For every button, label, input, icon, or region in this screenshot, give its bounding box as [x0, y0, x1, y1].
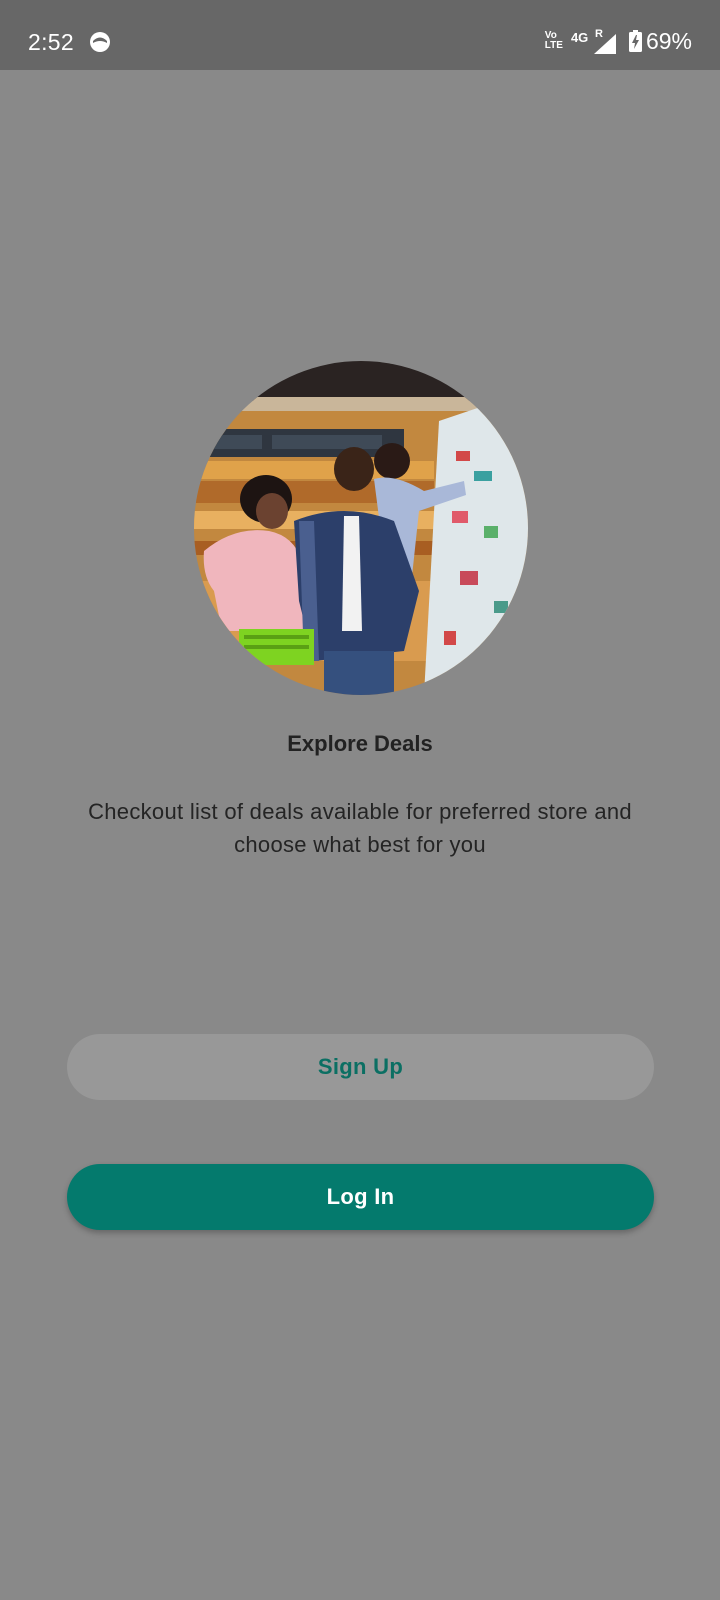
log-in-label: Log In [326, 1184, 395, 1209]
status-time: 2:52 [28, 29, 74, 55]
network-indicator: 4G R [571, 28, 617, 54]
page-title: Explore Deals [287, 731, 433, 756]
status-right: Vo LTE 4G R 69% [545, 26, 692, 56]
sign-up-label: Sign Up [317, 1054, 404, 1079]
volte-indicator: Vo LTE [545, 31, 563, 51]
sign-up-button[interactable]: Sign Up [67, 1034, 654, 1100]
status-bar: 2:52 Vo LTE 4G R 69% [0, 0, 720, 70]
battery-percent: 69% [645, 27, 692, 54]
log-in-button[interactable]: Log In [67, 1164, 654, 1230]
hero-image [194, 361, 528, 695]
volte-bottom: LTE [544, 40, 563, 51]
app-notification-icon [90, 32, 110, 52]
family-shopping-photo-icon [194, 361, 528, 695]
signal-icon [593, 34, 616, 54]
network-type: 4G [570, 30, 589, 45]
battery-charging-icon [628, 30, 642, 52]
page-description: Checkout list of deals available for pre… [88, 799, 632, 857]
